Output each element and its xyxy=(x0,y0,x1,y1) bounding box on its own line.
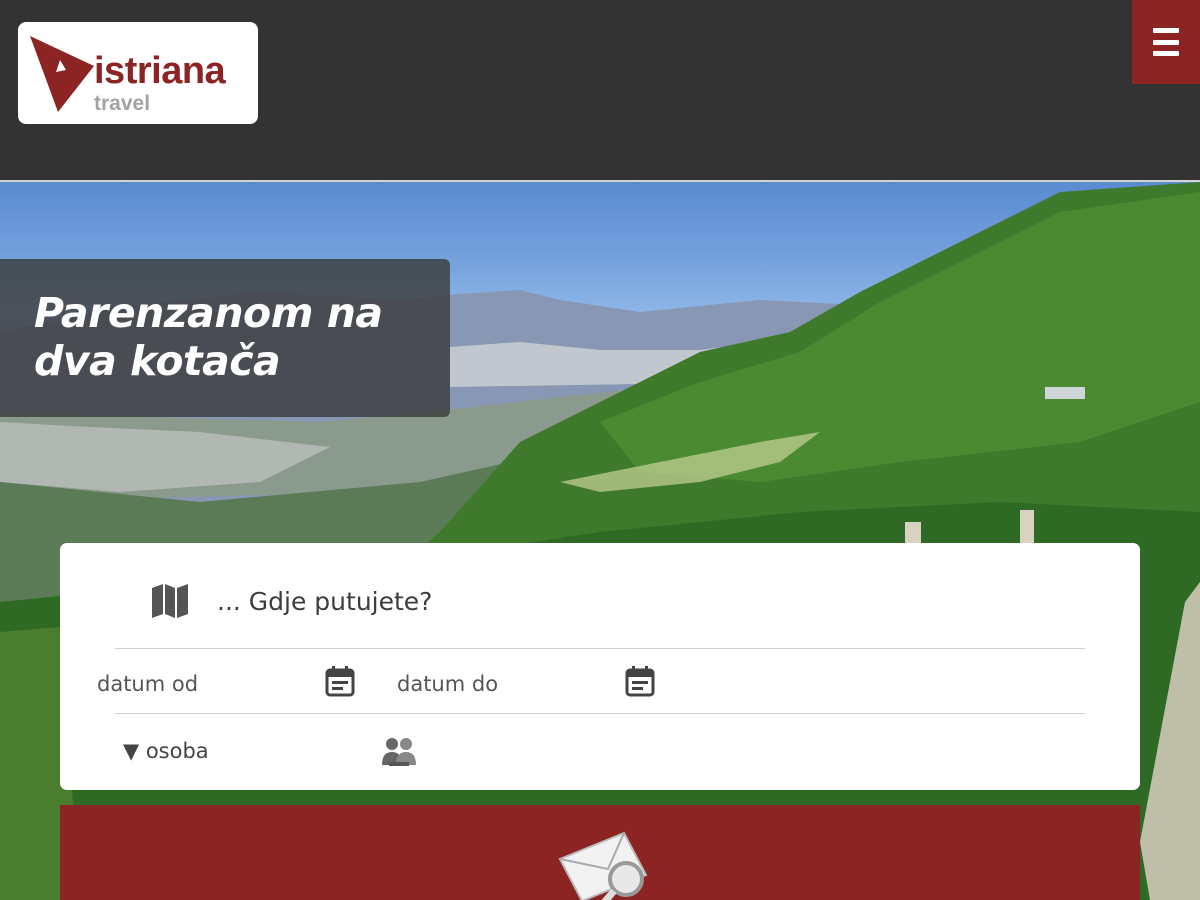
calendar-icon xyxy=(325,666,355,697)
date-to-placeholder: datum do xyxy=(397,672,499,696)
date-from-field[interactable]: datum od xyxy=(97,650,377,714)
destination-placeholder: ... Gdje putujete? xyxy=(217,587,433,616)
logo-subtitle: travel xyxy=(94,92,151,115)
hero-banner: Parenzanom na dva kotača xyxy=(0,182,1200,900)
persons-row: ▼ osoba xyxy=(115,715,1085,785)
people-icon xyxy=(382,738,416,766)
map-icon xyxy=(152,584,188,618)
logo-name: istriana xyxy=(94,50,226,92)
hamburger-menu-icon xyxy=(1153,28,1179,56)
dates-row: datum od datum do xyxy=(97,650,1085,714)
search-panel: ... Gdje putujete? datum od datum do ▼ o… xyxy=(60,543,1140,790)
persons-select[interactable]: ▼ osoba xyxy=(123,733,423,767)
site-header: istriana travel xyxy=(0,0,1200,180)
hero-title-box: Parenzanom na dva kotača xyxy=(0,259,450,417)
persons-label: ▼ osoba xyxy=(123,739,209,763)
date-to-field[interactable]: datum do xyxy=(397,650,677,714)
destination-field[interactable]: ... Gdje putujete? xyxy=(115,543,1085,649)
calendar-icon xyxy=(625,666,655,697)
envelope-search-icon xyxy=(558,831,648,900)
date-from-placeholder: datum od xyxy=(97,672,199,696)
logo[interactable]: istriana travel xyxy=(18,22,258,124)
search-submit-button[interactable] xyxy=(60,805,1140,900)
menu-button[interactable] xyxy=(1132,0,1200,84)
hero-title: Parenzanom na dva kotača xyxy=(34,289,383,385)
